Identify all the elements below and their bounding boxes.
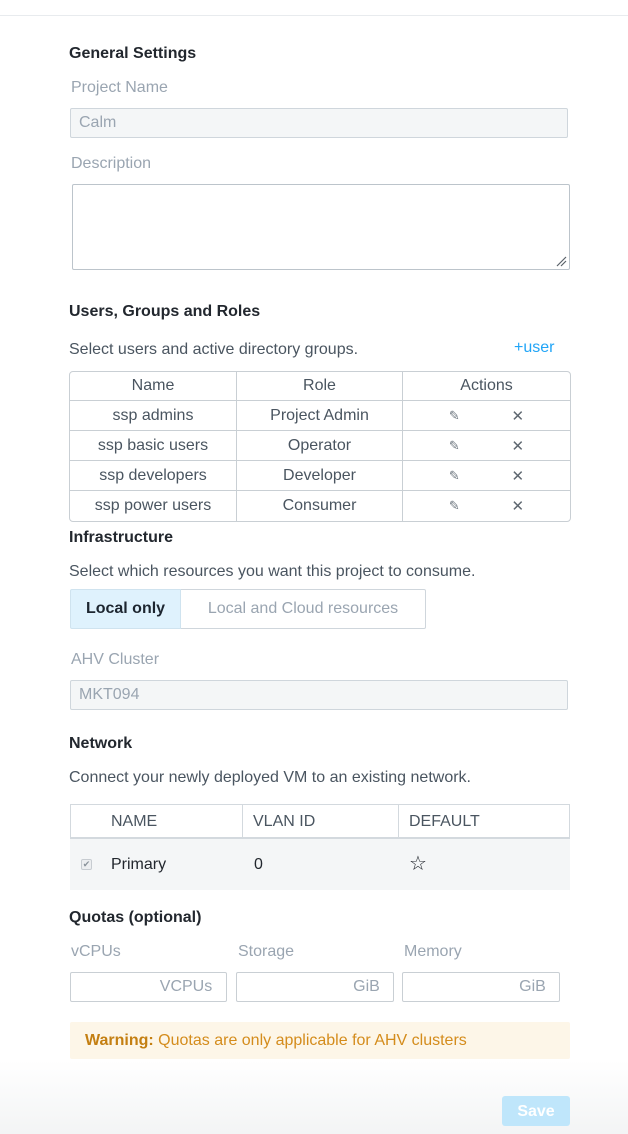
project-name-input[interactable]: Calm xyxy=(70,108,568,138)
user-name-cell: ssp developers xyxy=(70,461,237,491)
memory-input[interactable] xyxy=(402,972,507,1002)
warning-prefix: Warning: xyxy=(85,1032,154,1049)
default-cell: ☆ xyxy=(409,839,427,890)
vcpus-label: vCPUs xyxy=(71,943,121,960)
network-table: NAME VLAN ID DEFAULT ✔ Primary 0 ☆ xyxy=(70,804,570,890)
column-divider xyxy=(398,805,399,838)
column-header-actions: Actions xyxy=(403,372,570,401)
column-header-role: Role xyxy=(237,372,403,401)
users-table: Name Role Actions ssp admins Project Adm… xyxy=(69,371,571,522)
description-label: Description xyxy=(71,155,152,172)
user-role-cell: Consumer xyxy=(237,491,403,521)
user-role-cell: Operator xyxy=(237,431,403,461)
user-name-cell: ssp power users xyxy=(70,491,237,521)
column-header-name: Name xyxy=(70,372,237,401)
column-header-network-name: NAME xyxy=(111,813,158,830)
quota-warning-banner: Warning: Quotas are only applicable for … xyxy=(70,1022,570,1059)
close-icon[interactable]: ✕ xyxy=(512,467,525,485)
user-name-cell: ssp admins xyxy=(70,401,237,431)
actions-cell: ✎ ✕ xyxy=(403,491,570,521)
memory-label: Memory xyxy=(404,943,462,960)
user-name-cell: ssp basic users xyxy=(70,431,237,461)
table-row: ssp admins Project Admin ✎ ✕ xyxy=(70,401,570,431)
storage-input[interactable] xyxy=(236,972,341,1002)
local-and-cloud-option[interactable]: Local and Cloud resources xyxy=(181,589,426,629)
description-textarea[interactable] xyxy=(72,184,570,270)
table-row: ssp power users Consumer ✎ ✕ xyxy=(70,491,570,521)
table-row: ssp basic users Operator ✎ ✕ xyxy=(70,431,570,461)
vlan-id-cell: 0 xyxy=(254,856,263,873)
column-divider xyxy=(242,805,243,838)
network-title: Network xyxy=(69,735,133,752)
quotas-title: Quotas (optional) xyxy=(69,909,202,926)
pencil-icon[interactable]: ✎ xyxy=(449,468,460,484)
storage-unit-addon: GiB xyxy=(340,972,394,1002)
network-table-header: NAME VLAN ID DEFAULT xyxy=(70,804,570,839)
vcpus-input[interactable] xyxy=(70,972,147,1002)
users-helper-text: Select users and active directory groups… xyxy=(69,341,359,358)
project-name-label: Project Name xyxy=(71,79,168,96)
actions-cell: ✎ ✕ xyxy=(403,461,570,491)
users-table-header: Name Role Actions xyxy=(70,372,570,401)
ahv-cluster-input[interactable]: MKT094 xyxy=(70,680,568,710)
local-only-option[interactable]: Local only xyxy=(70,589,181,629)
warning-message: Quotas are only applicable for AHV clust… xyxy=(153,1032,467,1049)
vcpus-unit-addon: VCPUs xyxy=(146,972,227,1002)
table-row: ✔ Primary 0 ☆ xyxy=(70,839,570,890)
close-icon[interactable]: ✕ xyxy=(512,497,525,515)
save-button[interactable]: Save xyxy=(502,1096,570,1126)
ahv-cluster-label: AHV Cluster xyxy=(71,651,160,668)
pencil-icon[interactable]: ✎ xyxy=(449,408,460,424)
resize-handle-icon[interactable] xyxy=(555,255,567,267)
actions-cell: ✎ ✕ xyxy=(403,401,570,431)
column-header-vlan-id: VLAN ID xyxy=(253,813,316,830)
star-outline-icon[interactable]: ☆ xyxy=(409,853,427,875)
pencil-icon[interactable]: ✎ xyxy=(449,498,460,514)
network-row-checkbox[interactable]: ✔ xyxy=(81,859,92,870)
table-row: ssp developers Developer ✎ ✕ xyxy=(70,461,570,491)
storage-label: Storage xyxy=(238,943,295,960)
infrastructure-title: Infrastructure xyxy=(69,529,174,546)
infrastructure-helper-text: Select which resources you want this pro… xyxy=(69,563,476,580)
header-divider xyxy=(0,15,628,16)
user-role-cell: Project Admin xyxy=(237,401,403,431)
add-user-link[interactable]: +user xyxy=(514,339,554,357)
users-section-title: Users, Groups and Roles xyxy=(69,303,261,320)
close-icon[interactable]: ✕ xyxy=(512,407,525,425)
user-role-cell: Developer xyxy=(237,461,403,491)
memory-unit-addon: GiB xyxy=(506,972,560,1002)
close-icon[interactable]: ✕ xyxy=(512,437,525,455)
general-settings-title: General Settings xyxy=(69,45,197,62)
actions-cell: ✎ ✕ xyxy=(403,431,570,461)
column-header-default: DEFAULT xyxy=(409,813,480,830)
network-name-cell: Primary xyxy=(111,856,167,873)
pencil-icon[interactable]: ✎ xyxy=(449,438,460,454)
network-helper-text: Connect your newly deployed VM to an exi… xyxy=(69,769,471,786)
